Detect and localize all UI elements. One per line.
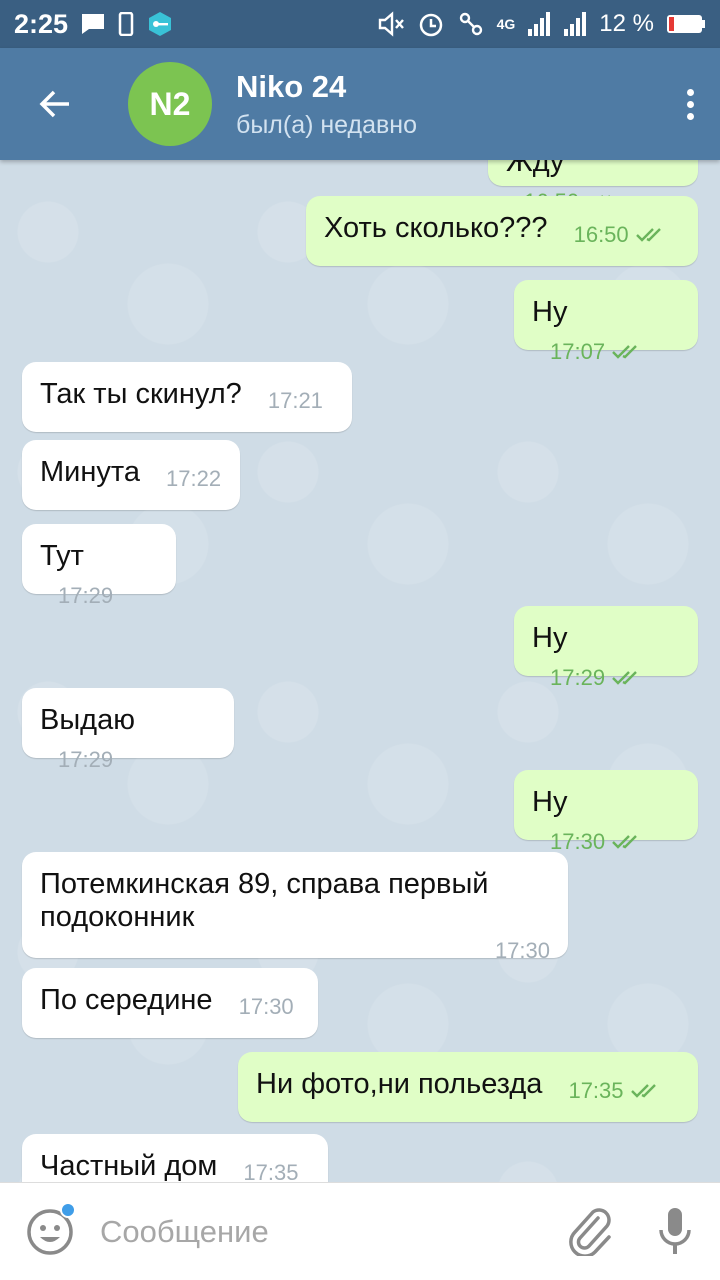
double-check-icon bbox=[635, 227, 661, 242]
phone-icon bbox=[118, 12, 134, 36]
message-out[interactable]: Ну 17:29 bbox=[514, 606, 698, 690]
message-time: 17:35 bbox=[568, 1078, 624, 1103]
emoji-button[interactable] bbox=[0, 1201, 100, 1256]
network-type: 4G bbox=[496, 16, 516, 32]
menu-dot bbox=[686, 112, 694, 120]
notification-dot bbox=[60, 1201, 76, 1218]
battery-icon bbox=[667, 15, 705, 33]
menu-dot bbox=[686, 88, 694, 96]
signal-icon-2 bbox=[564, 12, 587, 36]
message-meta: 17:22 bbox=[166, 462, 221, 495]
message-out[interactable]: Ну 17:07 bbox=[514, 280, 698, 364]
microphone-icon bbox=[659, 1207, 691, 1254]
attach-button[interactable] bbox=[550, 1207, 630, 1256]
voice-record-button[interactable] bbox=[630, 1206, 720, 1258]
message-composer: Сообщение bbox=[0, 1182, 720, 1280]
message-meta: 17:21 bbox=[268, 384, 323, 417]
message-text: Ну bbox=[532, 296, 568, 328]
avatar[interactable]: N2 bbox=[128, 62, 212, 146]
arrow-left-icon bbox=[39, 90, 69, 118]
vpn-key-icon bbox=[149, 12, 172, 36]
double-check-icon bbox=[612, 344, 637, 359]
message-text: Тут bbox=[40, 540, 84, 572]
battery-percent: 12 % bbox=[599, 10, 654, 37]
message-text: Ну bbox=[532, 622, 568, 654]
alarm-icon bbox=[419, 13, 442, 37]
message-time: 17:21 bbox=[267, 388, 323, 413]
message-time: 17:30 bbox=[238, 994, 294, 1019]
message-meta: 17:29 bbox=[58, 579, 113, 612]
message-in[interactable]: По середине 17:30 bbox=[22, 968, 318, 1038]
message-time: 17:30 bbox=[494, 938, 550, 963]
message-text: По середине bbox=[40, 984, 213, 1016]
message-text: Ни фото,ни польезда bbox=[256, 1068, 543, 1100]
status-bar: 2:25 4G 12 % bbox=[0, 0, 720, 48]
message-time: 16:50 bbox=[573, 222, 629, 247]
message-time: 17:29 bbox=[58, 747, 114, 772]
message-text: Так ты скинул? bbox=[40, 378, 242, 410]
message-out[interactable]: Жду 16:50 bbox=[488, 160, 698, 214]
message-text: Минута bbox=[40, 456, 140, 488]
chat-title-block[interactable]: Niko 24 был(а) недавно bbox=[236, 69, 417, 140]
double-check-icon bbox=[612, 670, 637, 685]
paperclip-icon bbox=[569, 1207, 611, 1256]
menu-dot bbox=[686, 100, 694, 108]
contact-name: Niko 24 bbox=[236, 68, 347, 104]
message-in[interactable]: Минута 17:22 bbox=[22, 440, 240, 510]
message-in[interactable]: Тут 17:29 bbox=[22, 524, 176, 608]
message-text: Ну bbox=[532, 786, 568, 818]
mute-icon bbox=[378, 11, 404, 37]
signal-icon bbox=[528, 12, 551, 36]
message-input[interactable]: Сообщение bbox=[100, 1214, 269, 1250]
message-time: 17:29 bbox=[550, 665, 606, 690]
message-time: 17:22 bbox=[166, 466, 222, 491]
message-out[interactable]: Ну 17:30 bbox=[514, 770, 698, 854]
message-meta: 17:30 bbox=[495, 934, 550, 967]
message-out[interactable]: Хоть сколько??? 16:50 bbox=[306, 196, 698, 266]
status-time: 2:25 bbox=[14, 8, 69, 39]
message-text: Частный дом bbox=[40, 1150, 218, 1182]
message-time: 17:29 bbox=[58, 583, 114, 608]
message-meta: 17:35 bbox=[568, 1074, 663, 1107]
message-text: Хоть сколько??? bbox=[324, 212, 548, 244]
message-notification-icon bbox=[82, 14, 105, 34]
message-list[interactable]: Жду 16:50 Хоть сколько??? 16:50 Ну 17:07… bbox=[0, 160, 720, 1182]
message-meta: 17:30 bbox=[550, 825, 645, 858]
message-meta: 17:30 bbox=[239, 990, 294, 1023]
message-meta: 17:29 bbox=[550, 661, 645, 694]
message-out[interactable]: Ни фото,ни польезда 17:35 bbox=[238, 1052, 698, 1122]
contact-status: был(а) недавно bbox=[236, 110, 418, 139]
message-text: Жду bbox=[506, 160, 565, 178]
message-in[interactable]: Частный дом 17:35 bbox=[22, 1134, 328, 1182]
message-time: 17:07 bbox=[550, 339, 606, 364]
more-menu-button[interactable] bbox=[660, 48, 720, 160]
message-text: Выдаю bbox=[40, 704, 135, 736]
chat-header: N2 Niko 24 был(а) недавно bbox=[0, 48, 720, 160]
message-meta: 17:07 bbox=[550, 335, 645, 368]
message-in[interactable]: Выдаю 17:29 bbox=[22, 688, 234, 772]
message-text: Потемкинская 89, справа первый подоконни… bbox=[40, 868, 489, 933]
message-in[interactable]: Потемкинская 89, справа первый подоконни… bbox=[22, 852, 568, 963]
message-in[interactable]: Так ты скинул? 17:21 bbox=[22, 362, 352, 432]
back-button[interactable] bbox=[0, 48, 110, 160]
message-time: 17:35 bbox=[243, 1160, 299, 1182]
hotspot-icon bbox=[459, 12, 482, 36]
message-meta: 16:50 bbox=[574, 218, 669, 251]
double-check-icon bbox=[612, 834, 637, 849]
double-check-icon bbox=[630, 1083, 656, 1098]
message-meta: 17:35 bbox=[243, 1156, 298, 1182]
message-meta: 17:29 bbox=[58, 743, 113, 776]
